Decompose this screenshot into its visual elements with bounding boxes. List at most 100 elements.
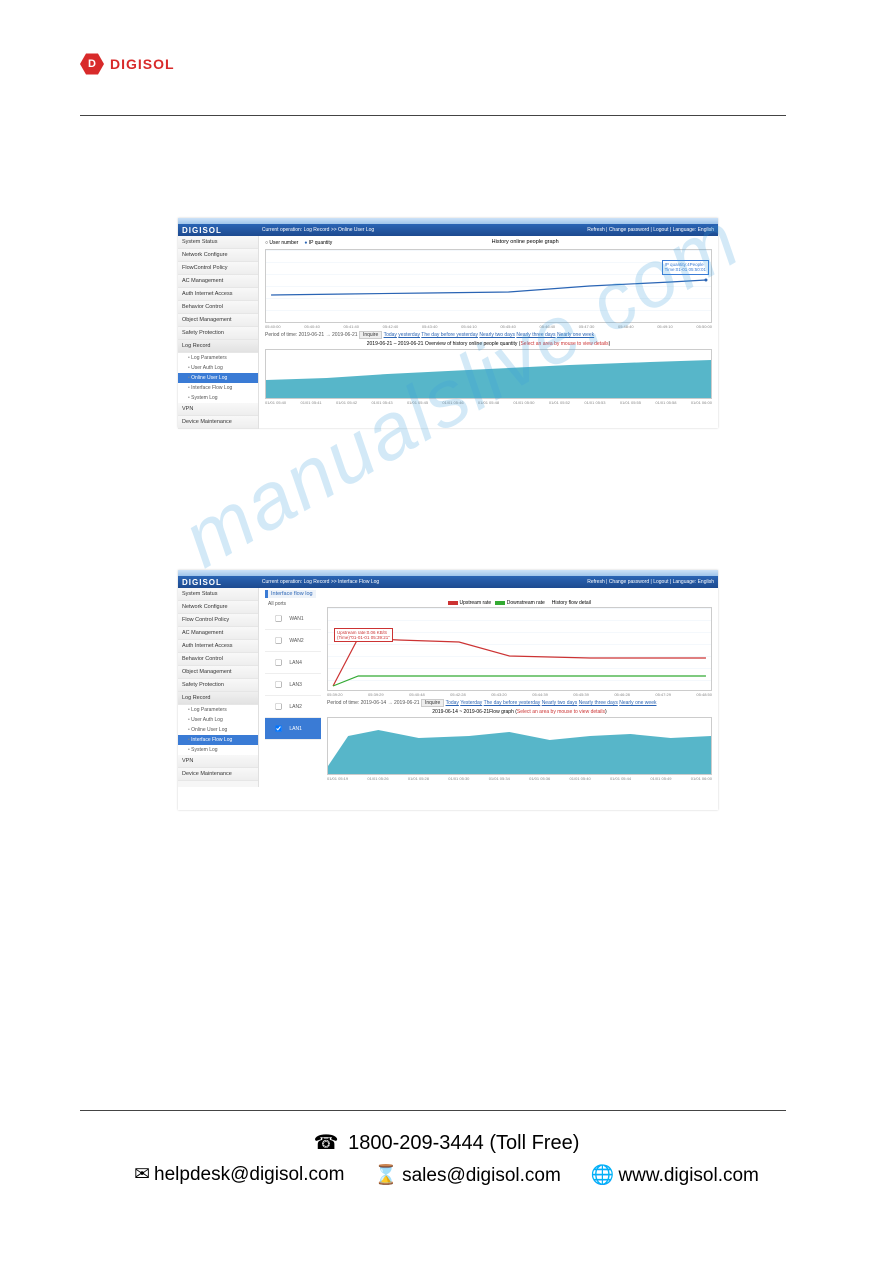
x-axis-ticks-bottom: 01/01 05:1901/01 05:26 01/01 05:2801/01 … [327,776,712,781]
breadcrumb: Current operation: Log Record >> Online … [262,227,587,233]
port-item[interactable]: WAN1 [265,608,321,630]
chart-toolbar: User number IP quantity History online p… [265,239,712,247]
sidebar-sub[interactable]: Log Parameters [178,705,258,715]
sidebar-sub[interactable]: Interface Flow Log [178,383,258,393]
sidebar-item[interactable]: Object Management [178,314,258,327]
inquire-button[interactable]: Inquire [359,331,382,339]
sidebar-item[interactable]: Auth Internet Access [178,640,258,653]
period-link[interactable]: Nearly one week [557,332,594,338]
radio-user-number[interactable]: User number [265,240,298,246]
port-item-selected[interactable]: LAN1 [265,718,321,740]
phone-icon: ☎ [314,1132,339,1154]
top-links[interactable]: Refresh | Change password | Logout | Lan… [587,579,714,585]
sidebar-item[interactable]: Safety Protection [178,679,258,692]
sidebar-item[interactable]: Flow Control Policy [178,614,258,627]
sidebar-item[interactable]: Device Maintenance [178,768,258,781]
overview-title: 2019-06-14 ~ 2019-06-21Flow graph (Selec… [327,709,712,715]
sidebar-item[interactable]: VPN [178,403,258,416]
period-link[interactable]: Nearly three days [579,700,618,706]
sidebar-item[interactable]: System Status [178,588,258,601]
chart-tooltip: Upstream rate:0.06 KB/S (Time)"01-01-01 … [334,628,393,642]
period-link[interactable]: yesterday [398,332,420,338]
port-item[interactable]: LAN2 [265,696,321,718]
flow-line-chart[interactable]: Upstream rate:0.06 KB/S (Time)"01-01-01 … [327,607,712,691]
port-item[interactable]: LAN3 [265,674,321,696]
app-brand: DIGISOL [182,578,222,587]
sidebar-item-log-record[interactable]: Log Record [178,692,258,705]
app-top-bar: DIGISOL Current operation: Log Record >>… [178,224,718,236]
period-link[interactable]: The day before yesterday [421,332,478,338]
chart-title: History online people graph [492,239,559,245]
sidebar-sub[interactable]: Log Parameters [178,353,258,363]
port-item[interactable]: LAN4 [265,652,321,674]
period-link[interactable]: Nearly two days [542,700,578,706]
globe-icon: 🌐 [591,1165,615,1186]
sidebar-sub[interactable]: User Auth Log [178,363,258,373]
sidebar-sub[interactable]: System Log [178,745,258,755]
sidebar-sub[interactable]: User Auth Log [178,715,258,725]
sidebar-item[interactable]: VPN [178,755,258,768]
overview-title: 2019-06-21 – 2019-06-21 Overview of hist… [265,341,712,347]
port-item[interactable]: WAN2 [265,630,321,652]
radio-ip-quantity[interactable]: IP quantity [304,240,332,246]
sidebar-item-log-record[interactable]: Log Record [178,340,258,353]
sidebar-item[interactable]: Network Configure [178,249,258,262]
period-link[interactable]: Today [384,332,397,338]
sidebar: System Status Network Configure FlowCont… [178,236,259,429]
screenshot-online-user-log: DIGISOL Current operation: Log Record >>… [178,218,718,428]
period-link[interactable]: Nearly two days [479,332,515,338]
sidebar-item[interactable]: System Status [178,236,258,249]
section-heading: Interface flow log [265,590,316,598]
app-brand: DIGISOL [182,226,222,235]
sidebar-sub[interactable]: System Log [178,393,258,403]
x-axis-ticks-bottom: 01/01 05:4001/01 05:41 01/01 05:4201/01 … [265,400,712,405]
sidebar-item[interactable]: FlowControl Policy [178,262,258,275]
sidebar-item[interactable]: Object Management [178,666,258,679]
tooltip-time: Time:01-01 05:50:01 [665,267,706,272]
period-link[interactable]: Today [446,700,459,706]
sidebar-item[interactable]: AC Management [178,275,258,288]
footer-phone: 1800-209-3444 (Toll Free) [348,1132,579,1154]
chart-legend: Upstream rate Downstream rate History fl… [327,600,712,606]
chart-title: History flow detail [552,600,591,606]
sidebar: System Status Network Configure Flow Con… [178,588,259,787]
sidebar-sub-online-user-log[interactable]: Online User Log [178,373,258,383]
footer-sales: sales@digisol.com [402,1165,561,1186]
sidebar-item[interactable]: Auth Internet Access [178,288,258,301]
top-links[interactable]: Refresh | Change password | Logout | Lan… [587,227,714,233]
sidebar-item[interactable]: Safety Protection [178,327,258,340]
page-logo: D DIGISOL [80,52,175,76]
hourglass-icon: ⌛ [374,1165,398,1186]
footer-helpdesk: helpdesk@digisol.com [154,1164,344,1185]
period-link[interactable]: Nearly one week [619,700,656,706]
header-divider [80,115,786,116]
period-text: Period of time: 2019-06-21 → 2019-06-21 [265,332,358,338]
period-link[interactable]: Yesterday [460,700,482,706]
period-link[interactable]: The day before yesterday [484,700,541,706]
area-chart[interactable] [265,349,712,399]
chart-tooltip: IP quantity:4People Time:01-01 05:50:01 [662,260,709,275]
screenshot-interface-flow-log: DIGISOL Current operation: Log Record >>… [178,570,718,810]
footer-web: www.digisol.com [618,1165,758,1186]
breadcrumb: Current operation: Log Record >> Interfa… [262,579,587,585]
ports-list: All ports WAN1 WAN2 LAN4 LAN3 LAN2 LAN1 [265,600,321,781]
sidebar-sub-interface-flow-log[interactable]: Interface Flow Log [178,735,258,745]
sidebar-item[interactable]: Behavior Control [178,653,258,666]
sidebar-sub[interactable]: Online User Log [178,725,258,735]
sidebar-item[interactable]: Device Maintenance [178,416,258,429]
sidebar-item[interactable]: Behavior Control [178,301,258,314]
x-axis-ticks: 05:40:0005:40:40 05:41:4005:42:40 05:43:… [265,324,712,329]
sidebar-item[interactable]: AC Management [178,627,258,640]
period-row: Period of time: 2019-06-21 → 2019-06-21 … [265,332,712,338]
inquire-button[interactable]: Inquire [421,699,444,707]
period-link[interactable]: Nearly three days [516,332,555,338]
page-footer: ☎ 1800-209-3444 (Toll Free) ✉helpdesk@di… [0,1130,893,1187]
footer-divider [80,1110,786,1111]
sidebar-item[interactable]: Network Configure [178,601,258,614]
x-axis-ticks: 05:39:2005:39:29 05:40:4805:42:28 05:43:… [327,692,712,697]
logo-icon: D [80,52,104,76]
line-chart[interactable]: IP quantity:4People Time:01-01 05:50:01 [265,249,712,323]
period-text: Period of time: 2019-06-14 → 2019-06-21 [327,700,420,706]
flow-area-chart[interactable] [327,717,712,775]
period-row: Period of time: 2019-06-14 → 2019-06-21 … [327,700,712,706]
